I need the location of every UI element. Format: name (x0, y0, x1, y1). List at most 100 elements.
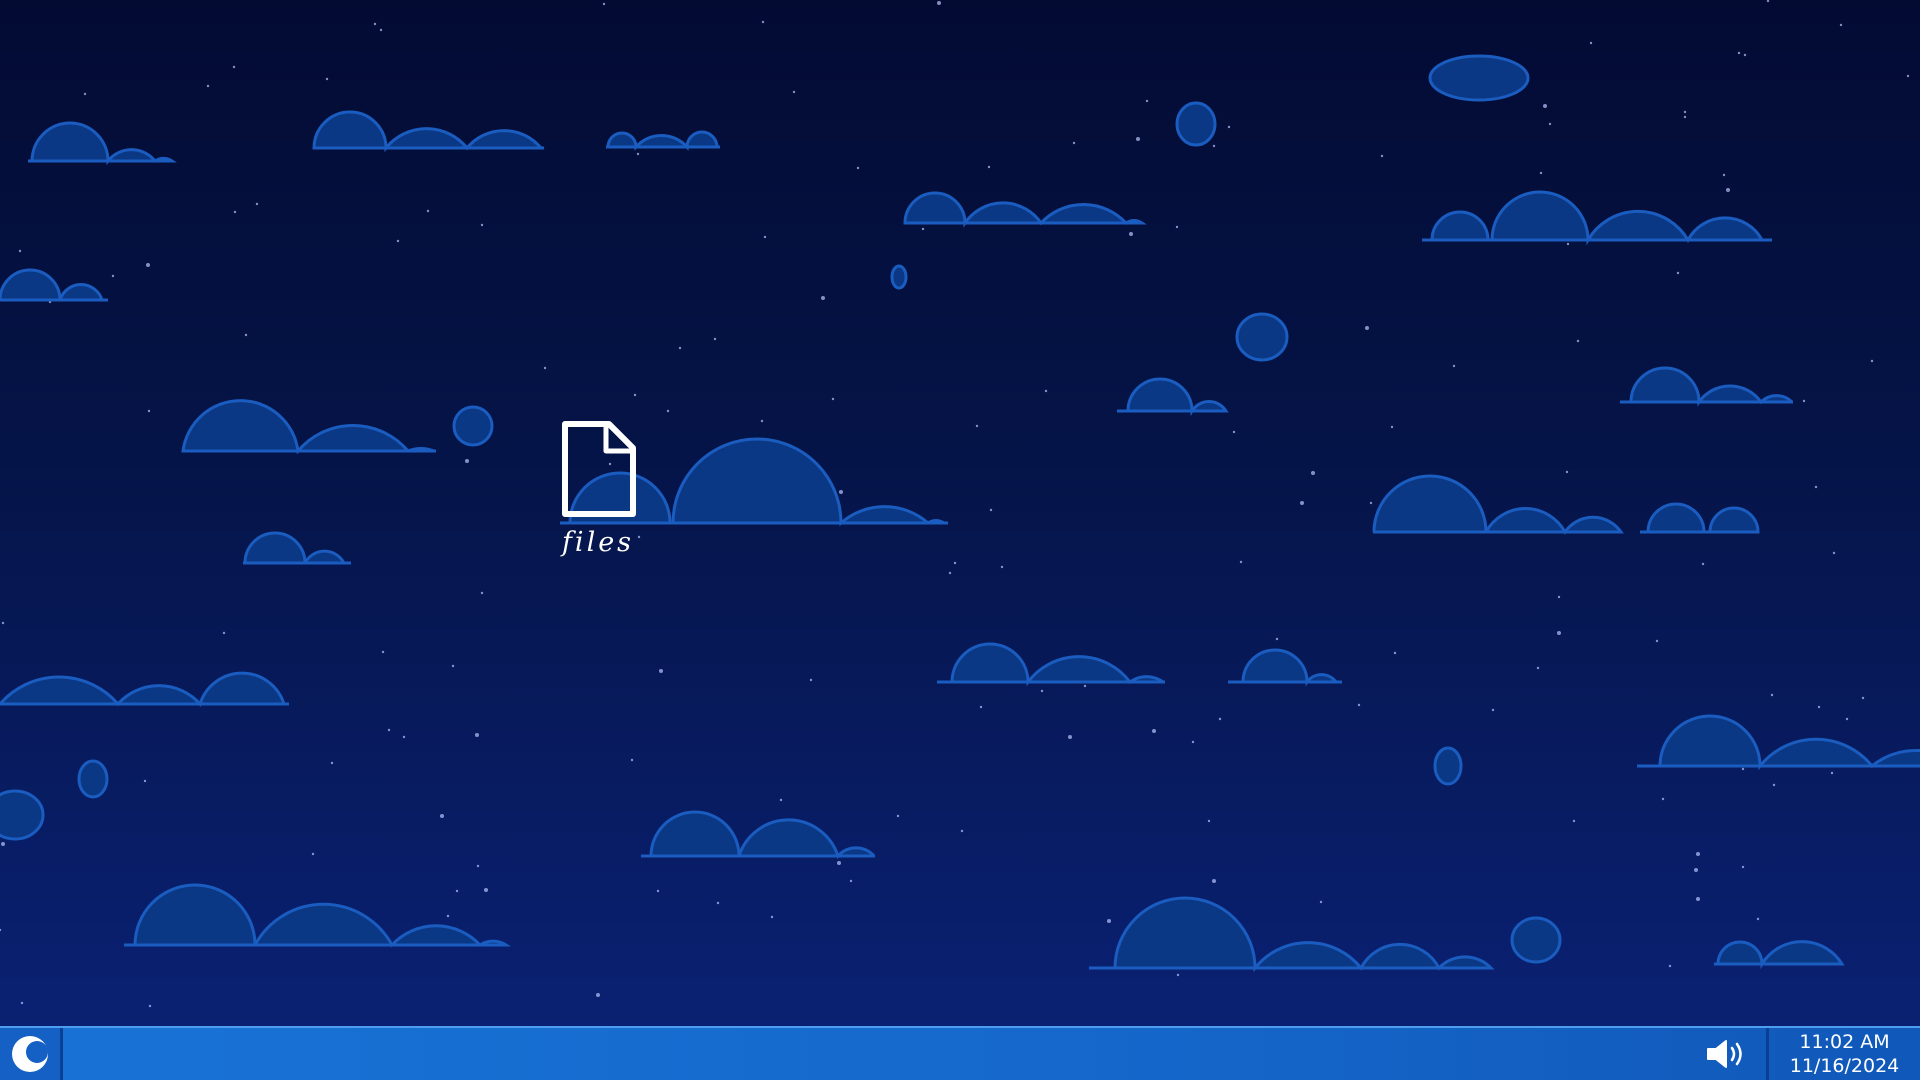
star-dot (1772, 783, 1776, 787)
star-dot (1572, 819, 1576, 823)
cloud-shape (1117, 377, 1229, 417)
star-dot (636, 152, 640, 156)
star-dot (1696, 897, 1700, 901)
star-dot (451, 664, 455, 668)
cloud-shape (243, 531, 351, 565)
star-dot (1832, 551, 1836, 555)
clock-time: 11:02 AM (1799, 1031, 1890, 1053)
star-dot (244, 333, 248, 337)
star-dot (455, 889, 459, 893)
star-dot (111, 274, 115, 278)
cloud-shape (890, 264, 908, 290)
star-dot (1393, 651, 1397, 655)
desktop[interactable]: files (0, 0, 1920, 1026)
star-dot (465, 459, 469, 463)
star-dot (18, 249, 22, 253)
cloud-shape (1089, 896, 1495, 973)
star-dot (147, 409, 151, 413)
star-dot (396, 239, 400, 243)
star-dot (837, 861, 841, 865)
star-dot (1452, 364, 1456, 368)
cloud-shape (1433, 746, 1463, 786)
cloud-shape (1428, 54, 1530, 102)
star-dot (143, 779, 147, 783)
star-dot (763, 235, 767, 239)
star-dot (761, 20, 765, 24)
star-dot (543, 366, 547, 370)
star-dot (1861, 696, 1865, 700)
cloud-shape (1175, 101, 1217, 147)
star-dot (989, 508, 993, 512)
star-dot (381, 650, 385, 654)
star-dot (1357, 703, 1361, 707)
star-dot (1390, 425, 1394, 429)
star-dot (1207, 819, 1211, 823)
star-dot (0, 928, 2, 932)
star-dot (760, 419, 764, 423)
star-dot (379, 28, 383, 32)
star-dot (659, 669, 663, 673)
star-dot (1212, 144, 1216, 148)
volume-button[interactable] (1699, 1028, 1755, 1080)
taskbar-clock[interactable]: 11:02 AM 11/16/2024 (1766, 1028, 1920, 1080)
star-dot (446, 914, 450, 918)
star-dot (1218, 717, 1222, 721)
cloud-shape (1620, 366, 1794, 407)
desktop-icon-files[interactable]: files (546, 420, 650, 560)
star-dot (1191, 740, 1195, 744)
star-dot (1176, 973, 1180, 977)
star-dot (233, 210, 237, 214)
star-dot (1817, 705, 1821, 709)
star-dot (960, 829, 964, 833)
cloud-shape (1640, 502, 1760, 534)
star-dot (1756, 917, 1760, 921)
star-dot (402, 735, 406, 739)
start-button[interactable] (0, 1028, 63, 1080)
star-dot (1802, 399, 1806, 403)
cloud-shape (1228, 648, 1342, 687)
star-dot (1072, 141, 1076, 145)
star-dot (1683, 110, 1687, 114)
star-dot (1870, 359, 1874, 363)
star-dot (1814, 485, 1818, 489)
taskbar: 11:02 AM 11/16/2024 (0, 1026, 1920, 1080)
star-dot (975, 424, 979, 428)
star-dot (1275, 637, 1279, 641)
star-dot (1129, 232, 1133, 236)
star-dot (476, 864, 480, 868)
star-dot (1232, 430, 1236, 434)
cloud-shape (1637, 714, 1920, 771)
star-dot (1741, 865, 1745, 869)
star-dot (979, 705, 983, 709)
cloud-shape (124, 883, 512, 948)
star-dot (480, 223, 484, 227)
clock-date: 11/16/2024 (1789, 1055, 1900, 1077)
star-dot (1676, 271, 1680, 275)
star-dot (484, 888, 488, 892)
star-dot (1175, 225, 1179, 229)
star-dot (821, 296, 825, 300)
cloud-shape (641, 810, 876, 859)
star-dot (373, 22, 377, 26)
crescent-moon-icon (12, 1036, 48, 1072)
star-dot (1044, 389, 1048, 393)
star-dot (602, 2, 606, 6)
star-dot (666, 409, 670, 413)
star-dot (20, 1001, 24, 1005)
star-dot (1830, 771, 1834, 775)
star-dot (849, 879, 853, 883)
star-dot (831, 397, 835, 401)
star-dot (856, 166, 860, 170)
star-dot (1743, 53, 1747, 57)
cloud-shape (1372, 474, 1624, 535)
star-dot (678, 346, 682, 350)
star-dot (1543, 104, 1547, 108)
cloud-shape (312, 110, 545, 153)
star-dot (1766, 0, 1770, 3)
star-dot (630, 758, 634, 762)
star-dot (1576, 339, 1580, 343)
star-dot (426, 209, 430, 213)
cloud-shape (606, 130, 720, 151)
star-dot (1152, 729, 1156, 733)
star-dot (596, 993, 600, 997)
